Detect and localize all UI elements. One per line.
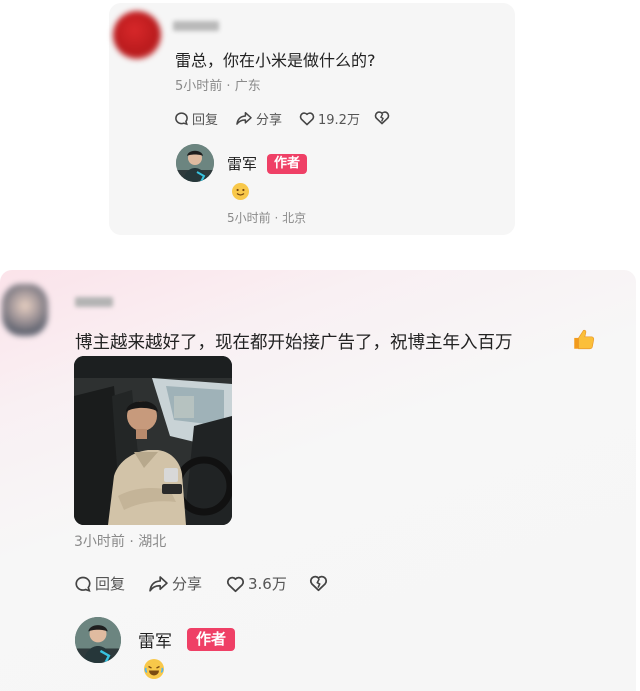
share-label: 分享 xyxy=(172,575,203,593)
like-button-2[interactable]: 3.6万 xyxy=(226,573,287,594)
thumbs-up-emoji xyxy=(574,329,595,350)
comment-meta-2: 3小时前 · 湖北 xyxy=(74,534,167,550)
comment-text-1: 雷总，你在小米是做什么的? xyxy=(175,51,376,70)
share-button-2[interactable]: 分享 xyxy=(148,573,202,594)
laugh-emoji xyxy=(144,659,164,679)
dislike-button-2[interactable] xyxy=(309,574,328,592)
heart-icon xyxy=(226,576,245,592)
comment-card-1: 雷总，你在小米是做什么的? 5小时前 · 广东 回复 分享 19.2万 雷军 作… xyxy=(109,3,515,235)
author-badge-1: 作者 xyxy=(267,154,307,174)
like-count: 19.2万 xyxy=(318,113,360,128)
commenter-avatar-2[interactable] xyxy=(2,284,48,336)
reply-icon xyxy=(175,112,188,126)
heart-icon xyxy=(299,112,315,126)
author-name-2[interactable]: 雷军 xyxy=(138,627,172,652)
comment-meta-1: 5小时前 · 广东 xyxy=(175,79,261,94)
author-avatar-1[interactable] xyxy=(176,144,214,182)
comment-card-2: 博主越来越好了，现在都开始接广告了，祝博主年入百万 3小时前 · 湖北 回复 分… xyxy=(0,270,636,691)
author-reply-meta-1: 5小时前 · 北京 xyxy=(227,211,307,225)
like-button-1[interactable]: 19.2万 xyxy=(299,109,360,128)
share-label: 分享 xyxy=(256,113,283,128)
commenter-name-2[interactable] xyxy=(75,297,113,307)
reply-label: 回复 xyxy=(95,575,126,593)
reply-label: 回复 xyxy=(192,113,219,128)
author-badge-2: 作者 xyxy=(187,628,235,651)
share-icon xyxy=(236,111,252,125)
broken-heart-icon xyxy=(309,575,328,592)
reply-button-1[interactable]: 回复 xyxy=(174,109,218,128)
reply-button-2[interactable]: 回复 xyxy=(74,573,125,594)
author-avatar-2[interactable] xyxy=(75,617,121,663)
share-icon xyxy=(149,575,168,592)
dislike-button-1[interactable] xyxy=(374,110,390,125)
commenter-avatar-1[interactable] xyxy=(113,11,161,59)
broken-heart-icon xyxy=(374,111,390,125)
comment-image[interactable] xyxy=(74,356,232,525)
author-name-1[interactable]: 雷军 xyxy=(227,153,257,174)
smile-emoji xyxy=(232,183,249,200)
like-count: 3.6万 xyxy=(248,575,287,593)
share-button-1[interactable]: 分享 xyxy=(235,109,282,128)
reply-icon xyxy=(75,576,91,592)
comment-text-2: 博主越来越好了，现在都开始接广告了，祝博主年入百万 xyxy=(75,333,513,353)
commenter-name-1[interactable] xyxy=(173,21,219,31)
